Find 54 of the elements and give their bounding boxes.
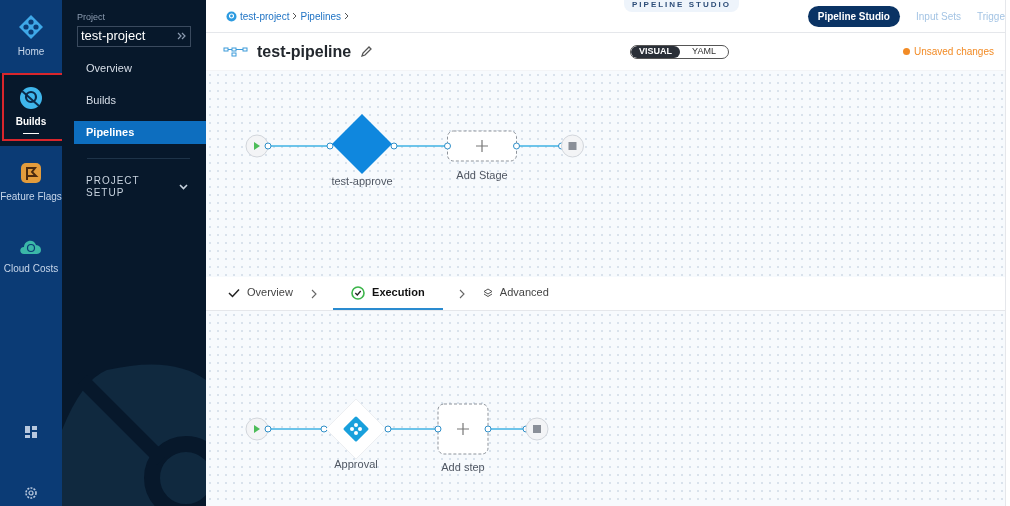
node-label: Add step bbox=[441, 461, 485, 473]
rail-item[interactable]: Builds bbox=[0, 73, 62, 146]
connector bbox=[264, 425, 328, 433]
chevron-down-icon bbox=[179, 183, 188, 190]
rail-item[interactable]: Feature Flags bbox=[0, 146, 62, 219]
settings-icon[interactable] bbox=[24, 486, 38, 500]
breadcrumb-link[interactable]: test-project bbox=[240, 8, 290, 24]
connector bbox=[390, 142, 451, 150]
connector bbox=[264, 142, 334, 150]
nav-item[interactable]: Overview bbox=[74, 56, 206, 80]
check-icon bbox=[228, 287, 240, 298]
studio-badge: PIPELINE STUDIO bbox=[624, 0, 739, 12]
pipeline-icon bbox=[223, 46, 249, 57]
home-logo-icon bbox=[18, 14, 44, 40]
check-circle-icon bbox=[351, 285, 366, 300]
rail-item[interactable]: Cloud Costs bbox=[0, 219, 62, 292]
chevron-right-icon bbox=[458, 288, 465, 299]
toggle-option[interactable]: VISUAL bbox=[631, 45, 680, 58]
unsaved-status: Unsaved changes bbox=[913, 45, 994, 59]
node-label: test-approve bbox=[331, 175, 393, 187]
end-node bbox=[561, 134, 584, 158]
nav-item[interactable]: Pipelines bbox=[74, 120, 206, 144]
project-icon bbox=[226, 10, 237, 22]
edit-icon[interactable] bbox=[361, 46, 373, 57]
header-tab[interactable]: Pipeline Studio bbox=[807, 5, 900, 27]
stage-tab[interactable]: Advanced bbox=[480, 277, 551, 310]
selected-underline bbox=[23, 132, 39, 134]
node-label: Approval bbox=[334, 458, 378, 470]
end-node bbox=[525, 417, 549, 441]
rail-item[interactable]: Home bbox=[0, 0, 62, 73]
nav-item[interactable]: Builds bbox=[74, 88, 206, 112]
connector bbox=[384, 425, 442, 433]
breadcrumb-link[interactable]: Pipelines bbox=[300, 8, 342, 24]
project-selector[interactable]: test-project bbox=[77, 25, 191, 47]
add-node[interactable] bbox=[437, 403, 489, 455]
chevron-right-icon bbox=[310, 288, 317, 299]
add-node[interactable] bbox=[447, 130, 517, 162]
dashboard-icon[interactable] bbox=[25, 426, 37, 438]
chevron-right-icon bbox=[344, 12, 350, 20]
toggle-option[interactable]: YAML bbox=[679, 45, 729, 58]
start-node bbox=[245, 134, 269, 158]
double-chevron-icon bbox=[177, 32, 187, 40]
pipeline-name: test-pipeline bbox=[257, 41, 352, 62]
start-node bbox=[245, 417, 269, 441]
stage-node[interactable] bbox=[332, 114, 392, 174]
builds-icon bbox=[19, 85, 43, 110]
layers-icon bbox=[482, 287, 493, 298]
project-setup-section[interactable]: PROJECT SETUP bbox=[86, 174, 188, 199]
approval-node[interactable] bbox=[325, 398, 387, 460]
chevron-right-icon bbox=[292, 12, 298, 20]
node-label: Add Stage bbox=[456, 169, 508, 181]
flag-icon bbox=[19, 161, 43, 185]
project-label: Project bbox=[77, 11, 106, 24]
stage-tab[interactable]: Overview bbox=[226, 277, 295, 310]
